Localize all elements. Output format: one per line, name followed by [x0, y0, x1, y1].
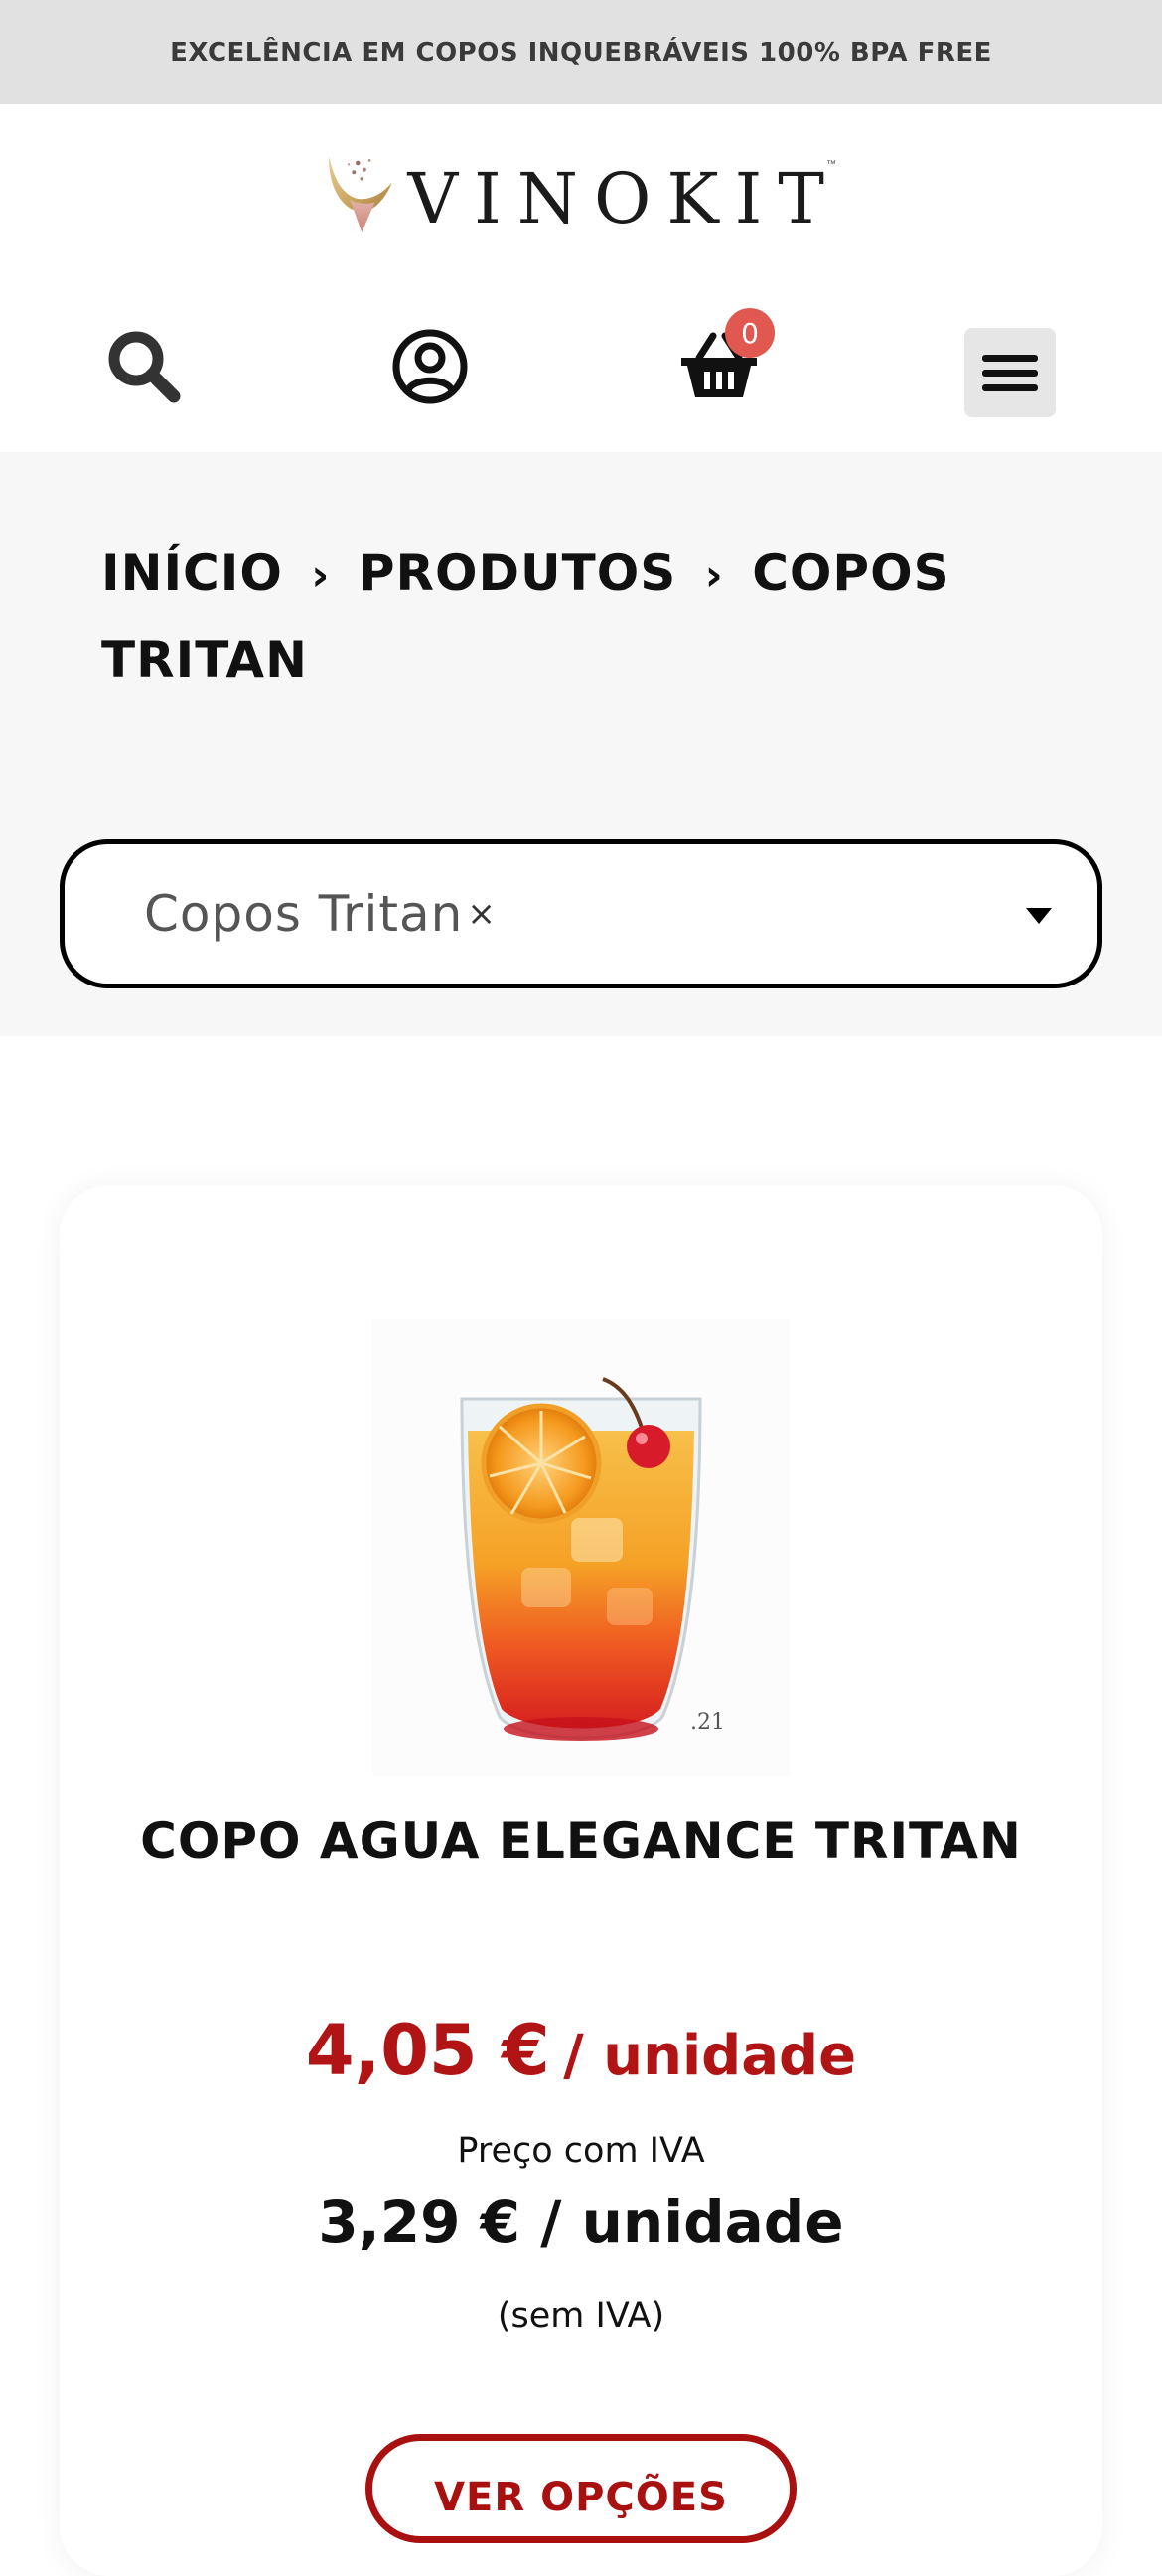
logo-trademark: ™: [826, 159, 836, 170]
product-title[interactable]: COPO AGUA ELEGANCE TRITAN: [60, 1799, 1102, 1883]
breadcrumb-item-products[interactable]: PRODUTOS: [359, 544, 676, 602]
price-with-vat-amount: 4,05 €: [305, 2010, 550, 2091]
breadcrumb-separator: ›: [704, 550, 724, 601]
promo-text: EXCELÊNCIA EM COPOS INQUEBRÁVEIS 100% BP…: [170, 37, 992, 68]
category-filter-select[interactable]: Copos Tritan ×: [60, 839, 1102, 988]
price-without-vat: 3,29 € / unidade: [318, 2189, 844, 2256]
breadcrumb: INÍCIO › PRODUTOS › COPOS TRITAN: [101, 531, 995, 701]
breadcrumb-item-home[interactable]: INÍCIO: [101, 544, 283, 602]
account-button[interactable]: [385, 322, 475, 411]
cart-count-badge: 0: [725, 308, 775, 358]
logo-wordmark: VINOKIT: [407, 158, 840, 239]
filter-clear-icon[interactable]: ×: [467, 894, 496, 934]
chevron-down-icon: [1026, 908, 1052, 924]
search-icon: [108, 331, 181, 403]
cocktail-glass-image-icon: .21: [460, 1377, 725, 1741]
filter-selected-value: Copos Tritan: [144, 885, 464, 943]
breadcrumb-section: INÍCIO › PRODUTOS › COPOS TRITAN Copos T…: [0, 452, 1162, 1036]
product-image[interactable]: .21: [372, 1319, 790, 1776]
product-image-label: .21: [690, 1710, 725, 1735]
hamburger-menu-icon: [982, 355, 1038, 391]
price-with-vat: 4,05 € / unidade: [60, 2010, 1102, 2091]
site-logo[interactable]: VINOKIT ™: [324, 129, 840, 258]
menu-button[interactable]: [964, 328, 1056, 417]
search-button[interactable]: [99, 322, 189, 411]
header-icon-bar: 0: [0, 298, 1162, 437]
user-circle-icon: [392, 329, 468, 404]
price-with-vat-unit: / unidade: [563, 2024, 857, 2088]
wine-glass-logo-icon: [329, 156, 392, 232]
view-options-button[interactable]: VER OPÇÕES: [365, 2434, 797, 2543]
price-without-vat-label: (sem IVA): [497, 2296, 665, 2336]
breadcrumb-separator: ›: [311, 550, 331, 601]
price-with-vat-label: Preço com IVA: [457, 2131, 705, 2171]
product-card[interactable]: .21 COPO AGUA ELEGANCE TRITAN 4,05 € / u…: [60, 1185, 1102, 2576]
promo-banner: EXCELÊNCIA EM COPOS INQUEBRÁVEIS 100% BP…: [0, 0, 1162, 104]
